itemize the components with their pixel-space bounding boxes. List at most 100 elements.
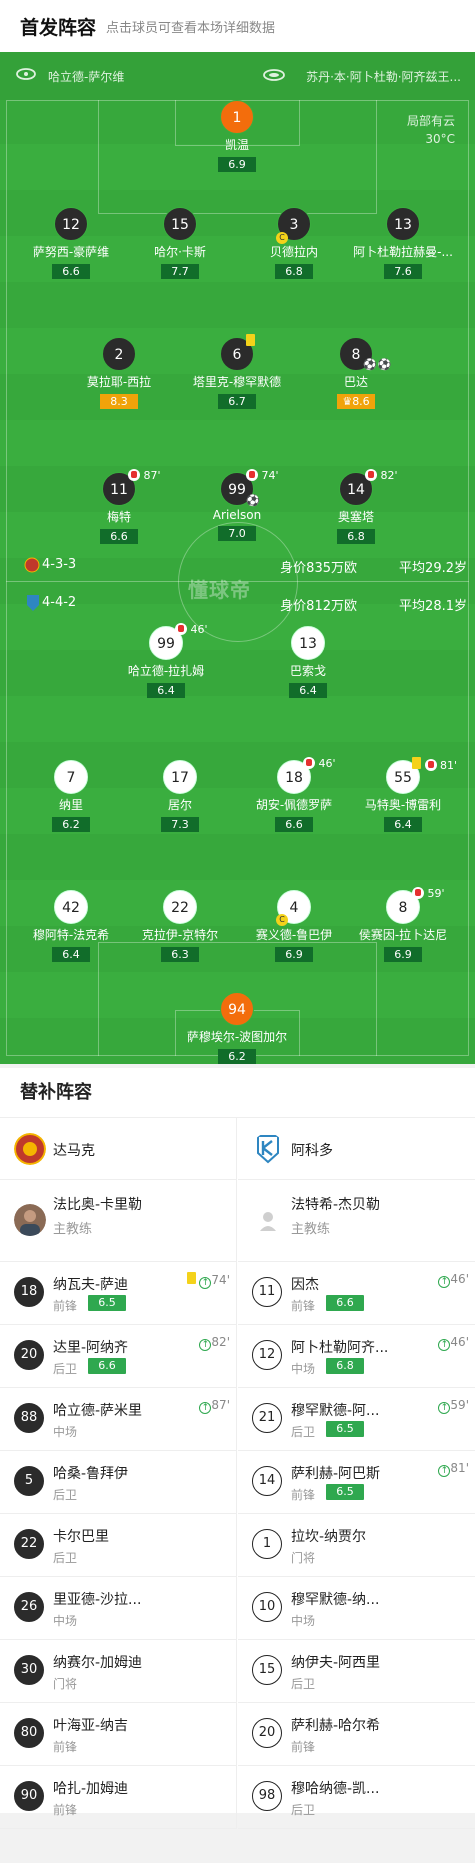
player-home-8[interactable]: 8 巴达 ♛8.6 — [296, 337, 416, 409]
sub-row[interactable]: 10 穆罕默德-纳... 中场 — [238, 1577, 475, 1640]
sub-in-icon: ↑ — [438, 1402, 451, 1414]
akhdoud-logo-icon — [257, 1135, 279, 1164]
weather-info: 局部有云 30°C — [407, 112, 455, 148]
player-home-11[interactable]: 11 梅特 6.6 — [59, 472, 179, 544]
sub-out-badge: 46' — [303, 757, 336, 770]
sub-in-icon: ↑ — [438, 1465, 451, 1477]
teams-bar: 哈立德-萨尔维 苏丹·本·阿卜杜勒·阿齐兹王... — [0, 52, 475, 100]
sub-out-badge: 74' — [246, 469, 279, 482]
goal-icons: ⚽⚽ — [363, 358, 392, 371]
sub-out-badge: 59' — [412, 887, 445, 900]
player-away-8[interactable]: 8 侯赛因-拉卜达尼 6.9 — [343, 890, 463, 962]
player-home-6[interactable]: 6 塔里克-穆罕默德 6.7 — [177, 337, 297, 409]
player-home-99[interactable]: 99 Arielson 7.0 — [177, 472, 297, 541]
page-subtitle: 点击球员可查看本场详细数据 — [106, 20, 276, 36]
player-away-17[interactable]: 17 居尔 7.3 — [120, 760, 240, 832]
player-away-18[interactable]: 18 胡安-佩德罗萨 6.6 — [234, 760, 354, 832]
player-away-7[interactable]: 7 纳里 6.2 — [11, 760, 131, 832]
coach-avatar — [14, 1204, 46, 1236]
home-jersey-icon — [16, 68, 36, 80]
captain-badge: C — [276, 912, 288, 926]
sub-in-icon: ↑ — [438, 1339, 451, 1351]
right-team-row: 阿科多 — [238, 1118, 475, 1180]
player-home-1[interactable]: 1 凯温 6.9 — [177, 100, 297, 172]
yellow-card-icon — [412, 757, 421, 769]
sub-out-icon — [424, 759, 437, 771]
sub-out-icon — [412, 887, 424, 899]
sub-row[interactable]: 18 纳瓦夫-萨迪 前锋 6.5 ↑ 74' — [0, 1262, 236, 1325]
sub-row[interactable]: 20 达里-阿纳齐 后卫 6.6 ↑ 82' — [0, 1325, 236, 1388]
left-coach-row[interactable]: 法比奥-卡里勒 主教练 — [0, 1180, 236, 1262]
player-away-13[interactable]: 13 巴索戈 6.4 — [248, 626, 368, 698]
player-away-94[interactable]: 94 萨穆埃尔-波图加尔 6.2 — [177, 992, 297, 1064]
right-subs-column: 阿科多 法特希-杰贝勒 主教练 11 因杰 前锋 6.6 ↑ 46' 12 阿卜杜勒阿齐..… — [238, 1118, 475, 1829]
sub-out-badge: 87' — [128, 469, 161, 482]
sub-row[interactable]: 12 阿卜杜勒阿齐... 中场 6.8 ↑ 46' — [238, 1325, 475, 1388]
sub-row[interactable]: 80 叶海亚-纳吉 前锋 — [0, 1703, 236, 1766]
sub-row[interactable]: 30 纳赛尔-加姆迪 门将 — [0, 1640, 236, 1703]
sub-row[interactable]: 26 里亚德-沙拉... 中场 — [0, 1577, 236, 1640]
home-formation-bar: 4-3-3 身价835万欧 平均29.2岁 — [0, 552, 475, 578]
sub-in-icon: ↑ — [199, 1402, 212, 1414]
substitutes-section: 替补阵容 达马克 法比奥-卡里勒 主教练 18 纳瓦夫-萨迪 前锋 6.5 ↑ 74' … — [0, 1068, 475, 1829]
coach-placeholder-icon — [260, 1212, 276, 1231]
sub-in-icon: ↑ — [199, 1339, 212, 1351]
home-team-name: 哈立德-萨尔维 — [48, 70, 125, 84]
page-title: 首发阵容 — [20, 16, 97, 39]
sub-out-icon — [175, 623, 187, 635]
damac-logo-icon — [14, 1133, 46, 1165]
sub-out-badge: 81' — [412, 757, 457, 772]
coach-name: 法特希-杰贝勒 — [291, 1197, 381, 1213]
right-team-name: 阿科多 — [291, 1143, 333, 1159]
coach-name: 法比奥-卡里勒 — [53, 1197, 143, 1213]
sub-row[interactable]: 20 萨利赫-哈尔希 前锋 — [238, 1703, 475, 1766]
player-away-22[interactable]: 22 克拉伊-京特尔 6.3 — [120, 890, 240, 962]
sub-row[interactable]: 22 卡尔巴里 后卫 — [0, 1514, 236, 1577]
home-formation: 4-3-3 — [42, 557, 77, 572]
substitutes-title: 替补阵容 — [0, 1068, 475, 1118]
player-home-2[interactable]: 2 莫拉耶-西拉 8.3 — [59, 337, 179, 409]
away-avg-age: 平均28.1岁 — [399, 599, 467, 614]
stadium-icon — [263, 69, 285, 81]
player-home-15[interactable]: 15 哈尔·卡斯 7.7 — [120, 207, 240, 279]
sub-row[interactable]: 98 穆哈纳德-凯... 后卫 — [238, 1766, 475, 1829]
right-coach-row[interactable]: 法特希-杰贝勒 主教练 — [238, 1180, 475, 1262]
player-home-12[interactable]: 12 萨努西-豪萨维 6.6 — [11, 207, 131, 279]
left-team-row: 达马克 — [0, 1118, 236, 1180]
sub-row[interactable]: 88 哈立德-萨米里 中场 ↑ 87' — [0, 1388, 236, 1451]
weather-condition: 局部有云 — [406, 114, 455, 128]
star-icon: ♛ — [342, 395, 353, 408]
sub-row[interactable]: 21 穆罕默德-阿... 后卫 6.5 ↑ 59' — [238, 1388, 475, 1451]
sub-in-icon: ↑ — [438, 1276, 451, 1288]
home-team-logo-icon — [24, 557, 40, 573]
player-home-3[interactable]: 3 贝德拉内 6.8 — [234, 207, 354, 279]
sub-out-icon — [246, 469, 258, 481]
left-subs-column: 达马克 法比奥-卡里勒 主教练 18 纳瓦夫-萨迪 前锋 6.5 ↑ 74' 20 达里-… — [0, 1118, 237, 1829]
player-away-42[interactable]: 42 穆阿特-法克希 6.4 — [11, 890, 131, 962]
sub-out-icon — [128, 469, 140, 481]
home-avg-age: 平均29.2岁 — [399, 561, 467, 576]
yellow-card-icon — [246, 334, 255, 349]
captain-badge: C — [276, 230, 288, 244]
player-home-14[interactable]: 14 奥塞塔 6.8 — [296, 472, 416, 544]
away-formation: 4-4-2 — [42, 595, 77, 610]
left-team-name: 达马克 — [53, 1143, 95, 1159]
yellow-card-icon — [186, 1272, 196, 1284]
player-away-4[interactable]: 4 赛义德-鲁巴伊 6.9 — [234, 890, 354, 962]
player-home-13[interactable]: 13 阿卜杜勒拉赫曼-... 7.6 — [343, 207, 463, 279]
sub-row[interactable]: 14 萨利赫-阿巴斯 前锋 6.5 ↑ 81' — [238, 1451, 475, 1514]
sub-row[interactable]: 15 纳伊夫-阿西里 后卫 — [238, 1640, 475, 1703]
sub-out-badge: 82' — [365, 469, 398, 482]
sub-row[interactable]: 5 哈桑-鲁拜伊 后卫 — [0, 1451, 236, 1514]
player-away-99[interactable]: 99 哈立德-拉扎姆 6.4 — [106, 626, 226, 698]
away-formation-bar: 4-4-2 身价812万欧 平均28.1岁 — [0, 590, 475, 616]
weather-temp: 30°C — [425, 132, 455, 146]
sub-out-icon — [365, 469, 377, 481]
away-team-name: 苏丹·本·阿卜杜勒·阿齐兹王... — [306, 70, 461, 84]
coach-role: 主教练 — [291, 1222, 331, 1237]
sub-row[interactable]: 90 哈扎-加姆迪 前锋 — [0, 1766, 236, 1829]
sub-out-badge: 46' — [175, 623, 208, 636]
sub-row[interactable]: 1 拉坎-纳贾尔 门将 — [238, 1514, 475, 1577]
home-value: 身价835万欧 — [280, 561, 357, 576]
sub-row[interactable]: 11 因杰 前锋 6.6 ↑ 46' — [238, 1262, 475, 1325]
